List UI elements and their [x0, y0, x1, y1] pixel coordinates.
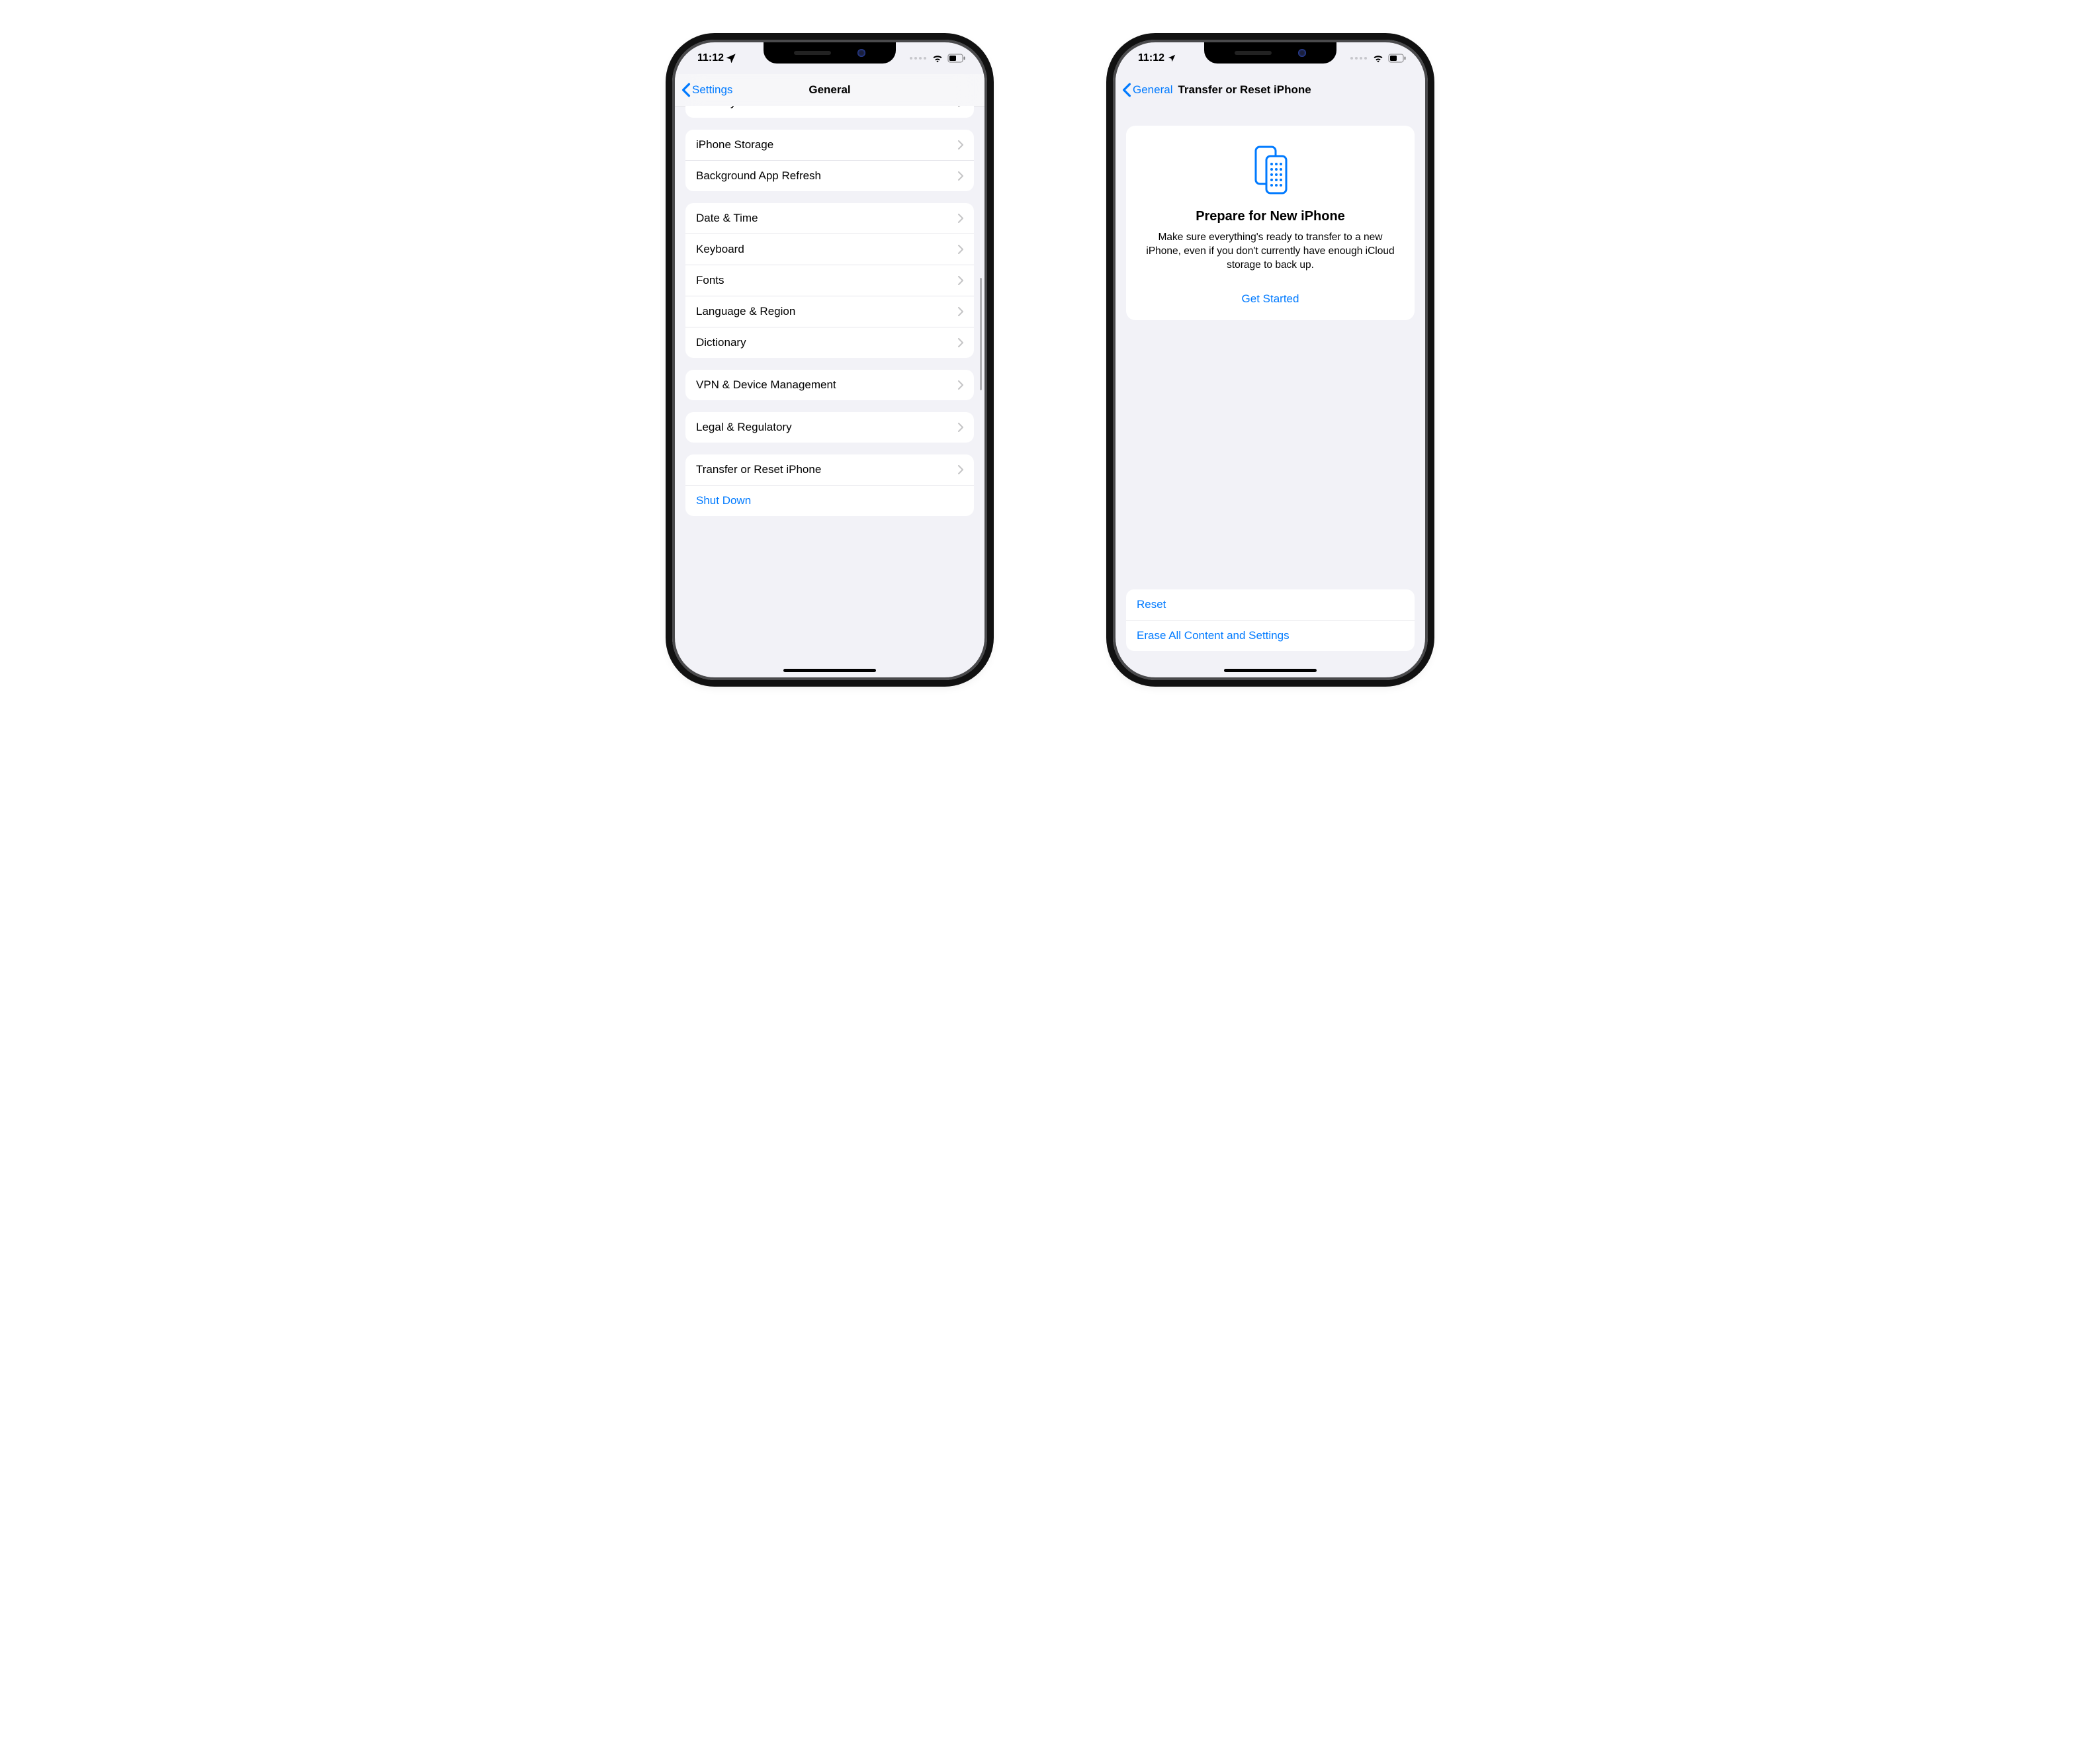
row-date-time[interactable]: Date & Time — [685, 203, 974, 234]
row-carplay[interactable]: CarPlay — [685, 106, 974, 118]
transfer-reset-content: Prepare for New iPhone Make sure everyth… — [1116, 106, 1425, 677]
hero-body: Make sure everything's ready to transfer… — [1141, 231, 1400, 273]
row-label: VPN & Device Management — [696, 378, 958, 392]
row-label: Erase All Content and Settings — [1137, 629, 1404, 642]
chevron-right-icon — [958, 245, 963, 254]
wifi-icon — [1372, 54, 1384, 63]
iphone-transfer-reset: 11:12 — [1113, 40, 1428, 680]
back-button[interactable]: Settings — [681, 83, 732, 97]
row-background-app-refresh[interactable]: Background App Refresh — [685, 160, 974, 191]
row-language-region[interactable]: Language & Region — [685, 296, 974, 327]
settings-group: Reset Erase All Content and Settings — [1126, 589, 1415, 651]
row-reset[interactable]: Reset — [1126, 589, 1415, 620]
row-iphone-storage[interactable]: iPhone Storage — [685, 130, 974, 160]
breadcrumb-dots-icon — [1350, 57, 1367, 60]
back-label: Settings — [692, 83, 732, 97]
hero-heading: Prepare for New iPhone — [1141, 209, 1400, 224]
chevron-right-icon — [958, 171, 963, 181]
home-indicator[interactable] — [1224, 669, 1317, 672]
row-label: Reset — [1137, 598, 1404, 611]
two-phones-icon — [1141, 144, 1400, 196]
device-notch — [1204, 42, 1336, 64]
row-fonts[interactable]: Fonts — [685, 265, 974, 296]
row-shut-down[interactable]: Shut Down — [685, 485, 974, 516]
wifi-icon — [932, 54, 943, 63]
chevron-left-icon — [1122, 83, 1131, 97]
page-title: Transfer or Reset iPhone — [1178, 83, 1311, 97]
settings-group: iPhone Storage Background App Refresh — [685, 130, 974, 191]
get-started-button[interactable]: Get Started — [1141, 292, 1400, 306]
chevron-right-icon — [958, 423, 963, 432]
nav-bar: Settings General — [675, 74, 984, 107]
settings-group: Date & Time Keyboard Fonts Language & Re… — [685, 203, 974, 358]
row-label: Legal & Regulatory — [696, 421, 958, 434]
status-time: 11:12 — [1138, 52, 1164, 64]
back-button[interactable]: General — [1122, 83, 1172, 97]
chevron-right-icon — [958, 380, 963, 390]
iphone-general-settings: 11:12 — [672, 40, 987, 680]
row-label: CarPlay — [696, 106, 958, 109]
row-transfer-reset[interactable]: Transfer or Reset iPhone — [685, 454, 974, 485]
row-label: Keyboard — [696, 243, 958, 256]
row-label: Language & Region — [696, 305, 958, 318]
row-label: iPhone Storage — [696, 138, 958, 151]
chevron-right-icon — [958, 465, 963, 474]
row-legal-regulatory[interactable]: Legal & Regulatory — [685, 412, 974, 443]
prepare-card: Prepare for New iPhone Make sure everyth… — [1126, 126, 1415, 320]
chevron-right-icon — [958, 214, 963, 223]
status-time: 11:12 — [697, 52, 724, 64]
row-label: Date & Time — [696, 212, 958, 225]
scroll-indicator[interactable] — [980, 278, 982, 390]
settings-group: Transfer or Reset iPhone Shut Down — [685, 454, 974, 516]
row-label: Dictionary — [696, 336, 958, 349]
row-dictionary[interactable]: Dictionary — [685, 327, 974, 358]
chevron-right-icon — [958, 140, 963, 150]
battery-half-icon — [947, 54, 966, 63]
device-notch — [764, 42, 896, 64]
nav-bar: General Transfer or Reset iPhone — [1116, 74, 1425, 107]
row-label: Shut Down — [696, 494, 963, 507]
row-erase-all[interactable]: Erase All Content and Settings — [1126, 620, 1415, 651]
battery-half-icon — [1388, 54, 1407, 63]
home-indicator[interactable] — [783, 669, 876, 672]
settings-group: VPN & Device Management — [685, 370, 974, 400]
row-label: Transfer or Reset iPhone — [696, 463, 958, 476]
location-arrow-icon — [1167, 54, 1176, 63]
row-keyboard[interactable]: Keyboard — [685, 234, 974, 265]
location-arrow-icon — [726, 54, 736, 63]
row-vpn-device-management[interactable]: VPN & Device Management — [685, 370, 974, 400]
settings-list[interactable]: CarPlay iPhone Storage Background App Re… — [675, 106, 984, 677]
chevron-right-icon — [958, 276, 963, 285]
chevron-right-icon — [958, 307, 963, 316]
row-label: Fonts — [696, 274, 958, 287]
chevron-left-icon — [681, 83, 691, 97]
chevron-right-icon — [958, 106, 963, 107]
row-label: Background App Refresh — [696, 169, 958, 183]
breadcrumb-dots-icon — [910, 57, 926, 60]
settings-group: Legal & Regulatory — [685, 412, 974, 443]
page-title: General — [809, 83, 850, 97]
back-label: General — [1133, 83, 1172, 97]
settings-group: CarPlay — [685, 106, 974, 118]
chevron-right-icon — [958, 338, 963, 347]
